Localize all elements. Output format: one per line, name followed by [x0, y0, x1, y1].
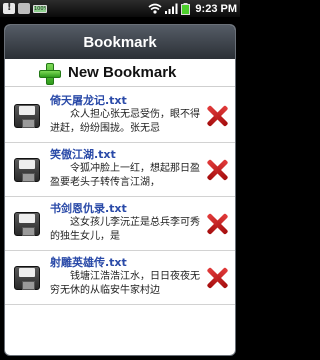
signal-icon — [165, 3, 178, 14]
bookmark-preview: 众人担心张无忌受伤，眼不得进赶，纷纷围拢。张无忌 — [50, 108, 200, 134]
bookmark-title: 笑傲江湖.txt — [50, 147, 116, 161]
alert-icon — [3, 2, 15, 14]
battery-icon — [181, 2, 191, 15]
bookmark-title: 倚天屠龙记.txt — [50, 93, 127, 107]
wifi-icon — [148, 3, 162, 14]
delete-icon[interactable] — [206, 159, 228, 181]
list-item[interactable]: 笑傲江湖.txt 令狐冲脸上一红，想起那日盈盈要老头子转传言江湖， — [5, 143, 235, 197]
floppy-disk-icon — [14, 265, 40, 290]
status-bar: 100% 9:23 PM — [0, 0, 240, 17]
bookmark-dialog: Bookmark New Bookmark 倚天屠龙记.txt 众人担心张无忌受… — [4, 24, 236, 356]
floppy-disk-icon — [14, 103, 40, 128]
bookmark-list: 倚天屠龙记.txt 众人担心张无忌受伤，眼不得进赶，纷纷围拢。张无忌 笑傲江湖.… — [5, 89, 235, 305]
plus-icon — [39, 62, 61, 85]
bookmark-title: 书剑恩仇录.txt — [50, 201, 127, 215]
list-item[interactable]: 射雕英雄传.txt 钱塘江浩浩江水，日日夜夜无穷无休的从临安牛家村边 — [5, 251, 235, 305]
list-item[interactable]: 书剑恩仇录.txt 这女孩儿李沅芷是总兵李可秀的独生女儿，是 — [5, 197, 235, 251]
bookmark-preview: 钱塘江浩浩江水，日日夜夜无穷无休的从临安牛家村边 — [50, 270, 200, 296]
bookmark-title: 射雕英雄传.txt — [50, 255, 127, 269]
usb-icon — [18, 3, 30, 14]
list-item[interactable]: 倚天屠龙记.txt 众人担心张无忌受伤，眼不得进赶，纷纷围拢。张无忌 — [5, 89, 235, 143]
floppy-disk-icon — [14, 157, 40, 182]
delete-icon[interactable] — [206, 267, 228, 289]
dialog-title: Bookmark — [5, 25, 235, 59]
bookmark-preview: 令狐冲脸上一红，想起那日盈盈要老头子转传言江湖， — [50, 162, 200, 188]
delete-icon[interactable] — [206, 105, 228, 127]
battery-small-icon: 100% — [33, 4, 47, 13]
floppy-disk-icon — [14, 211, 40, 236]
clock: 9:23 PM — [195, 2, 237, 15]
delete-icon[interactable] — [206, 213, 228, 235]
new-bookmark-button[interactable]: New Bookmark — [5, 59, 235, 87]
new-bookmark-label: New Bookmark — [68, 64, 177, 81]
bookmark-preview: 这女孩儿李沅芷是总兵李可秀的独生女儿，是 — [50, 216, 200, 242]
